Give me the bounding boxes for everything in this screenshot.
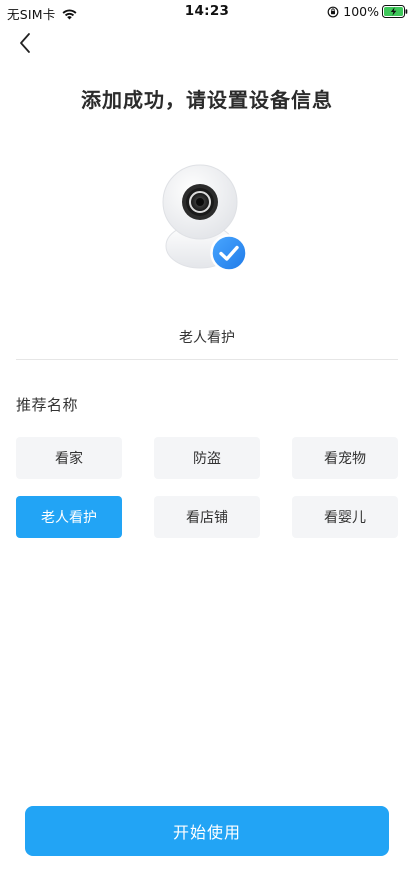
name-chip-antitheft[interactable]: 防盗 (154, 437, 260, 479)
device-name-field (16, 322, 398, 360)
orientation-lock-icon (327, 6, 339, 17)
start-using-button[interactable]: 开始使用 (25, 806, 389, 856)
name-chip-pet[interactable]: 看宠物 (292, 437, 398, 479)
back-button[interactable] (12, 30, 38, 56)
name-chip-elderly-care[interactable]: 老人看护 (16, 496, 122, 538)
device-setup-screen: 无SIM卡 14:23 100% 添加成功，请设置设备信息 老人看护 推荐名称 … (0, 0, 414, 896)
status-right: 100% (327, 4, 408, 19)
name-chip-shop[interactable]: 看店铺 (154, 496, 260, 538)
suggested-names-title: 推荐名称 (16, 396, 79, 414)
battery-percentage: 100% (343, 4, 379, 19)
name-chip-baby[interactable]: 看婴儿 (292, 496, 398, 538)
device-name-input[interactable] (16, 322, 398, 352)
battery-charging-icon (382, 5, 408, 18)
chevron-left-icon (20, 33, 30, 53)
page-title: 添加成功，请设置设备信息 (81, 88, 333, 112)
suggested-names-grid: 看家 防盗 看宠物 老人看护 看店铺 看婴儿 (16, 437, 398, 538)
name-chip-home[interactable]: 看家 (16, 437, 122, 479)
status-bar: 无SIM卡 14:23 100% (0, 0, 414, 22)
checkmark-icon (210, 234, 248, 272)
